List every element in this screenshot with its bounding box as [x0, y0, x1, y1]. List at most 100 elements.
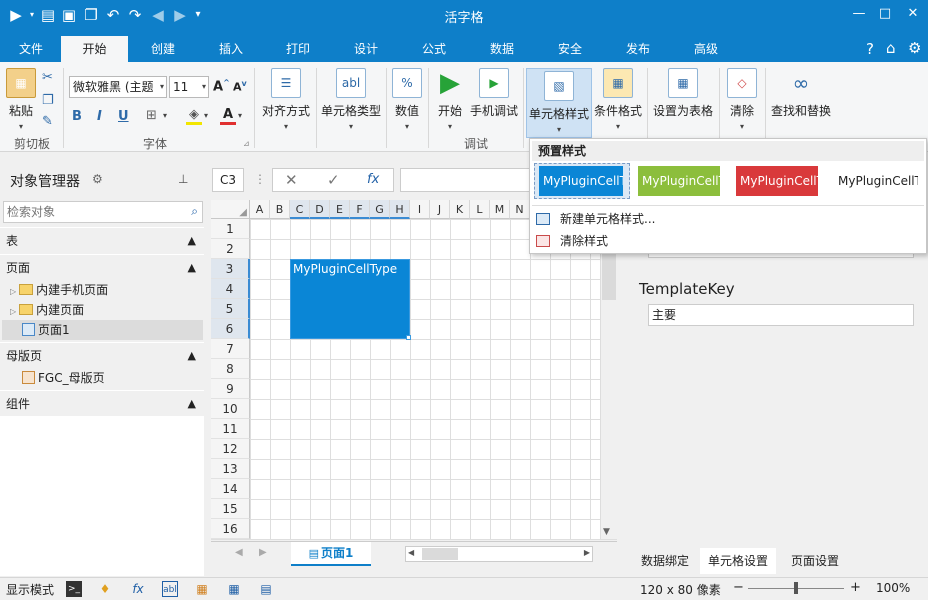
font-size-select[interactable]: 11 ▾	[169, 76, 209, 98]
column-header[interactable]: B	[270, 200, 290, 219]
section-header-tables[interactable]: 表 ▲	[0, 227, 204, 253]
column-header[interactable]: N	[510, 200, 530, 219]
undo-icon[interactable]: ↶	[103, 6, 123, 24]
row-header[interactable]: 16	[211, 519, 250, 539]
format-as-table-button[interactable]: ▦ 设置为表格	[650, 66, 716, 119]
tab-design[interactable]: 设计	[338, 36, 394, 62]
redo-icon[interactable]: ↷	[125, 6, 145, 24]
align-button[interactable]: ☰ 对齐方式 ▾	[258, 66, 314, 131]
font-family-select[interactable]: 微软雅黑 (主题 ▾	[69, 76, 167, 98]
confirm-icon[interactable]: ✓	[327, 171, 340, 189]
zoom-slider-thumb[interactable]	[794, 582, 798, 594]
tree-item[interactable]: ▷ 内建页面	[10, 300, 84, 320]
tab-security[interactable]: 安全	[542, 36, 598, 62]
cell-type-icon[interactable]: abl	[162, 581, 178, 597]
row-header[interactable]: 10	[211, 399, 250, 419]
row-header[interactable]: 14	[211, 479, 250, 499]
table-edit-icon[interactable]: ▦	[194, 581, 210, 597]
underline-button[interactable]: U	[118, 109, 129, 124]
clear-button[interactable]: ◇ 清除 ▾	[722, 66, 762, 131]
new-cell-style-item[interactable]: 新建单元格样式...	[536, 209, 924, 229]
number-format-button[interactable]: % 数值 ▾	[390, 66, 424, 131]
column-header[interactable]: I	[410, 200, 430, 219]
terminal-icon[interactable]: >_	[66, 581, 82, 597]
row-header[interactable]: 13	[211, 459, 250, 479]
home-icon[interactable]: ⌂	[886, 39, 896, 57]
tree-item[interactable]: ▷ 内建手机页面	[10, 280, 108, 300]
tree-item-selected[interactable]: 页面1	[2, 320, 203, 340]
row-header[interactable]: 11	[211, 419, 250, 439]
mobile-debug-button[interactable]: ▶ 手机调试	[468, 66, 520, 119]
chevron-down-icon[interactable]: ▾	[163, 111, 167, 120]
tab-file[interactable]: 文件	[4, 36, 58, 62]
save-icon[interactable]: ▣	[59, 6, 79, 24]
style-chip-red[interactable]: MyPluginCellT	[736, 166, 818, 196]
cell-style-button[interactable]: ▧ 单元格样式 ▾	[526, 68, 592, 138]
cancel-icon[interactable]: ✕	[285, 171, 298, 189]
selected-merged-cell[interactable]: MyPluginCellType	[290, 259, 410, 339]
section-header-components[interactable]: 组件 ▲	[0, 390, 204, 416]
scrollbar-thumb[interactable]	[422, 548, 458, 560]
horizontal-scrollbar[interactable]: ◀ ▶	[405, 546, 593, 562]
row-header[interactable]: 8	[211, 359, 250, 379]
scroll-left-icon[interactable]: ◀	[408, 548, 414, 557]
next-sheet-icon[interactable]: ▶	[259, 547, 267, 558]
column-header[interactable]: M	[490, 200, 510, 219]
row-header[interactable]: 6	[211, 319, 250, 339]
column-header[interactable]: D	[310, 200, 330, 219]
style-chip-plain[interactable]: MyPluginCellT	[834, 166, 918, 196]
chevron-down-icon[interactable]: ▾	[238, 111, 242, 120]
start-debug-button[interactable]: ▶ 开始 ▾	[432, 66, 468, 131]
row-header[interactable]: 3	[211, 259, 250, 279]
grid-icon[interactable]: ▦	[226, 581, 242, 597]
column-header[interactable]: A	[250, 200, 270, 219]
formula-input[interactable]	[400, 168, 530, 192]
tab-advanced[interactable]: 高级	[678, 36, 734, 62]
chevron-down-icon[interactable]: ▾	[204, 111, 208, 120]
scroll-down-icon[interactable]: ▼	[603, 527, 610, 537]
template-key-input[interactable]: 主要	[648, 304, 914, 326]
fill-handle[interactable]	[406, 335, 411, 340]
grow-font-icon[interactable]: A^	[213, 78, 230, 94]
section-header-pages[interactable]: 页面 ▲	[0, 254, 204, 280]
new-page-icon[interactable]: ▤	[38, 6, 58, 24]
close-button[interactable]: ✕	[902, 6, 924, 21]
prev-sheet-icon[interactable]: ◀	[235, 547, 243, 558]
border-icon[interactable]: ⊞	[146, 108, 157, 123]
row-header[interactable]: 12	[211, 439, 250, 459]
gear-icon[interactable]: ⚙	[92, 172, 103, 186]
style-chip-blue[interactable]: MyPluginCellT	[539, 166, 623, 196]
tab-data[interactable]: 数据	[474, 36, 530, 62]
row-header[interactable]: 5	[211, 299, 250, 319]
function-icon[interactable]: fx	[130, 581, 146, 597]
tab-create[interactable]: 创建	[135, 36, 191, 62]
dialog-launcher-icon[interactable]: ⊿	[243, 139, 250, 148]
tab-formula[interactable]: 公式	[406, 36, 462, 62]
row-header[interactable]: 4	[211, 279, 250, 299]
tab-home[interactable]: 开始	[61, 36, 128, 62]
lightbulb-icon[interactable]: ♦	[97, 581, 113, 597]
shrink-font-icon[interactable]: Av	[233, 79, 247, 94]
minimize-button[interactable]: —	[848, 6, 870, 21]
italic-button[interactable]: I	[97, 109, 102, 124]
tab-insert[interactable]: 插入	[203, 36, 259, 62]
paste-button[interactable]: ▦ 粘贴 ▾	[4, 66, 38, 131]
tab-publish[interactable]: 发布	[610, 36, 666, 62]
font-color-icon[interactable]: A	[220, 107, 236, 125]
search-icon[interactable]: ⌕	[191, 204, 198, 219]
back-icon[interactable]: ◀	[148, 6, 168, 24]
row-header[interactable]: 15	[211, 499, 250, 519]
column-header[interactable]: H	[390, 200, 410, 219]
section-header-master-pages[interactable]: 母版页 ▲	[0, 342, 204, 368]
zoom-in-button[interactable]: +	[850, 580, 861, 595]
column-header[interactable]: J	[430, 200, 450, 219]
maximize-button[interactable]: □	[874, 6, 896, 21]
tab-print[interactable]: 打印	[270, 36, 326, 62]
conditional-format-button[interactable]: ▦ 条件格式 ▾	[592, 66, 644, 131]
fill-color-icon[interactable]: ◈	[186, 107, 202, 125]
cell-reference-box[interactable]: C3	[212, 168, 244, 192]
column-header[interactable]: K	[450, 200, 470, 219]
function-icon[interactable]: fx	[367, 172, 379, 187]
style-chip-green[interactable]: MyPluginCellT	[638, 166, 720, 196]
clear-style-item[interactable]: 清除样式	[536, 231, 924, 251]
